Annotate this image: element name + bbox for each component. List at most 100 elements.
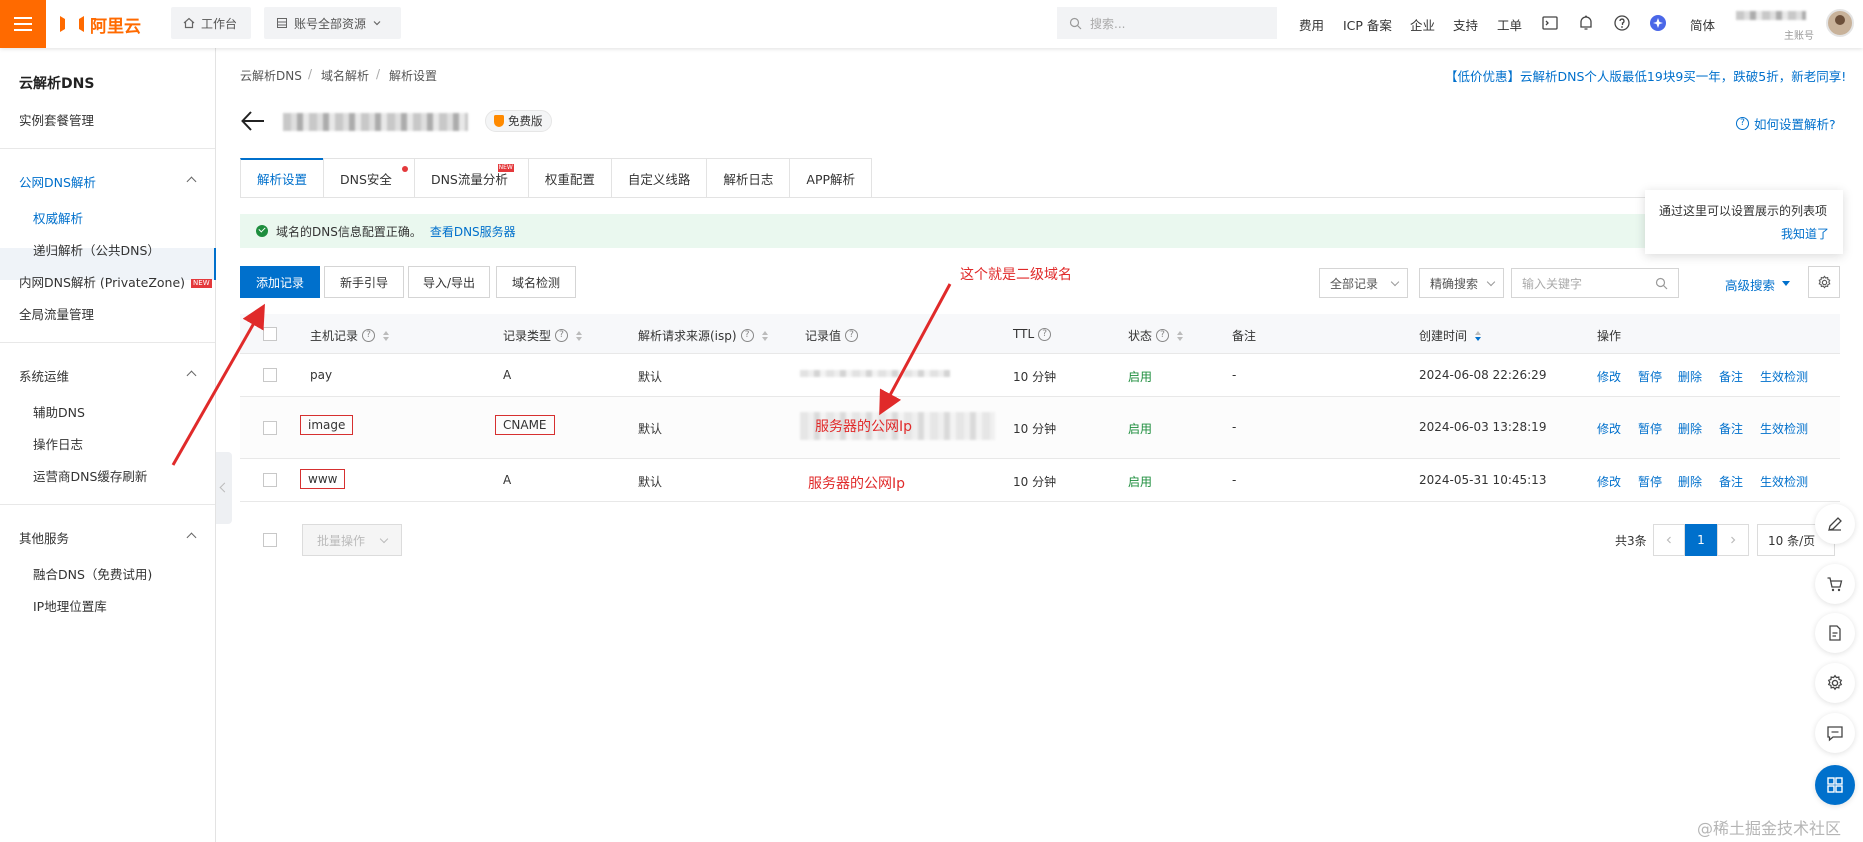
sort-icon[interactable] (1177, 330, 1184, 341)
sidebar-item-private-zone[interactable]: 内网DNS解析 (PrivateZone) NEW (19, 272, 212, 291)
search-mode-select[interactable]: 精确搜索 (1419, 268, 1504, 298)
help-icon[interactable] (1613, 14, 1631, 32)
sort-icon[interactable] (576, 330, 583, 341)
edit-float-button[interactable] (1815, 504, 1855, 544)
advanced-search-link[interactable]: 高级搜索 (1725, 275, 1775, 294)
tooltip-dismiss-button[interactable]: 我知道了 (1781, 225, 1829, 242)
sort-desc-icon[interactable] (1475, 330, 1482, 341)
select-all-checkbox[interactable] (263, 327, 277, 341)
avatar[interactable] (1826, 9, 1854, 37)
top-link-ticket[interactable]: 工单 (1497, 15, 1522, 34)
sidebar-group-other[interactable]: 其他服务 (19, 528, 69, 547)
tab-custom-lines[interactable]: 自定义线路 (610, 158, 707, 198)
sidebar-item-ip-geo[interactable]: IP地理位置库 (33, 596, 107, 615)
apps-float-button[interactable] (1815, 765, 1855, 805)
breadcrumb-domains[interactable]: 域名解析 (321, 67, 369, 84)
keyword-input[interactable]: 输入关键字 (1511, 268, 1679, 298)
bell-icon[interactable] (1577, 14, 1595, 32)
add-record-button[interactable]: 添加记录 (240, 266, 320, 298)
top-link-fees[interactable]: 费用 (1299, 15, 1324, 34)
batch-actions-dropdown[interactable]: 批量操作 (302, 524, 402, 556)
sidebar-item-instance[interactable]: 实例套餐管理 (19, 110, 94, 129)
remark-link[interactable]: 备注 (1719, 368, 1743, 385)
cart-float-button[interactable] (1815, 564, 1855, 604)
column-status[interactable]: 状态? (1128, 327, 1184, 344)
terminal-icon[interactable] (1541, 14, 1559, 32)
pause-link[interactable]: 暂停 (1638, 420, 1662, 437)
tab-traffic-analysis[interactable]: DNS流量分析 NEW (413, 158, 528, 198)
tooltip-text: 通过这里可以设置展示的列表项 (1659, 204, 1828, 218)
sidebar-item-authoritative[interactable]: 权威解析 (33, 208, 83, 227)
column-host[interactable]: 主机记录? (310, 327, 390, 344)
prev-page-button[interactable] (1653, 524, 1685, 556)
tab-dns-security[interactable]: DNS安全 (323, 158, 414, 198)
next-page-button[interactable] (1717, 524, 1749, 556)
workbench-button[interactable]: 工作台 (171, 7, 251, 39)
tab-weight-config[interactable]: 权重配置 (527, 158, 611, 198)
delete-link[interactable]: 删除 (1678, 420, 1702, 437)
edit-link[interactable]: 修改 (1597, 473, 1621, 490)
delete-link[interactable]: 删除 (1678, 368, 1702, 385)
remark-link[interactable]: 备注 (1719, 473, 1743, 490)
import-export-button[interactable]: 导入/导出 (408, 266, 490, 298)
column-settings-button[interactable] (1808, 266, 1840, 298)
domain-check-button[interactable]: 域名检测 (496, 266, 576, 298)
column-type[interactable]: 记录类型? (503, 327, 583, 344)
tab-app-resolve[interactable]: APP解析 (789, 158, 873, 198)
column-created[interactable]: 创建时间 (1419, 327, 1482, 344)
workbench-label: 工作台 (201, 16, 238, 31)
settings-float-button[interactable] (1815, 663, 1855, 703)
sidebar-item-operation-log[interactable]: 操作日志 (33, 434, 83, 453)
sort-icon[interactable] (761, 330, 769, 341)
chevron-up-icon[interactable] (186, 532, 197, 543)
chevron-up-icon[interactable] (186, 176, 197, 187)
sidebar-item-fusion-dns[interactable]: 融合DNS（免费试用) (33, 564, 152, 583)
check-effect-link[interactable]: 生效检测 (1760, 473, 1808, 490)
chevron-up-icon[interactable] (186, 370, 197, 381)
top-link-support[interactable]: 支持 (1453, 15, 1478, 34)
sidebar-item-secondary-dns[interactable]: 辅助DNS (33, 402, 85, 421)
breadcrumb-dns[interactable]: 云解析DNS (240, 67, 302, 84)
row-checkbox[interactable] (263, 368, 277, 382)
pause-link[interactable]: 暂停 (1638, 368, 1662, 385)
remark-link[interactable]: 备注 (1719, 420, 1743, 437)
record-filter-select[interactable]: 全部记录 (1319, 268, 1408, 298)
language-switch[interactable]: 简体 (1690, 15, 1715, 34)
menu-icon[interactable] (0, 0, 46, 48)
pause-link[interactable]: 暂停 (1638, 473, 1662, 490)
sidebar-item-global-traffic[interactable]: 全局流量管理 (19, 304, 94, 323)
check-effect-link[interactable]: 生效检测 (1760, 420, 1808, 437)
sidebar-group-public-dns[interactable]: 公网DNS解析 (19, 172, 96, 191)
sidebar-group-ops[interactable]: 系统运维 (19, 366, 69, 385)
tab-resolve-log[interactable]: 解析日志 (706, 158, 790, 198)
sidebar-divider (0, 342, 215, 343)
how-to-resolve-link[interactable]: ? 如何设置解析? (1736, 114, 1836, 133)
delete-link[interactable]: 删除 (1678, 473, 1702, 490)
view-dns-servers-link[interactable]: 查看DNS服务器 (430, 223, 516, 240)
check-effect-link[interactable]: 生效检测 (1760, 368, 1808, 385)
assistant-icon[interactable] (1649, 14, 1667, 32)
back-arrow-icon[interactable] (240, 108, 266, 134)
page-1-button[interactable]: 1 (1685, 524, 1717, 556)
document-float-button[interactable] (1815, 613, 1855, 653)
row-checkbox[interactable] (263, 421, 277, 435)
column-isp[interactable]: 解析请求来源(isp)? (638, 327, 769, 344)
aliyun-logo[interactable]: 阿里云 (60, 11, 141, 37)
promo-link[interactable]: 【低价优惠】云解析DNS个人版最低19块9买一年，跌破5折，新老同享! (1445, 66, 1846, 85)
edit-link[interactable]: 修改 (1597, 368, 1621, 385)
chat-float-button[interactable] (1815, 713, 1855, 753)
sidebar-item-recursive[interactable]: 递归解析（公共DNS） (33, 240, 160, 259)
tab-resolve-settings[interactable]: 解析设置 (240, 158, 324, 198)
edit-link[interactable]: 修改 (1597, 420, 1621, 437)
sidebar-collapse-handle[interactable] (216, 452, 232, 524)
chat-icon (1827, 726, 1843, 742)
sort-icon[interactable] (383, 330, 390, 341)
footer-select-all-checkbox[interactable] (263, 533, 277, 547)
resources-dropdown[interactable]: 账号全部资源 (264, 7, 401, 39)
top-link-icp[interactable]: ICP 备案 (1343, 15, 1392, 34)
search-input[interactable]: 搜索... (1057, 7, 1277, 39)
beginner-guide-button[interactable]: 新手引导 (324, 266, 404, 298)
top-link-enterprise[interactable]: 企业 (1410, 15, 1435, 34)
sidebar-item-cache-refresh[interactable]: 运营商DNS缓存刷新 (33, 466, 147, 485)
row-checkbox[interactable] (263, 473, 277, 487)
